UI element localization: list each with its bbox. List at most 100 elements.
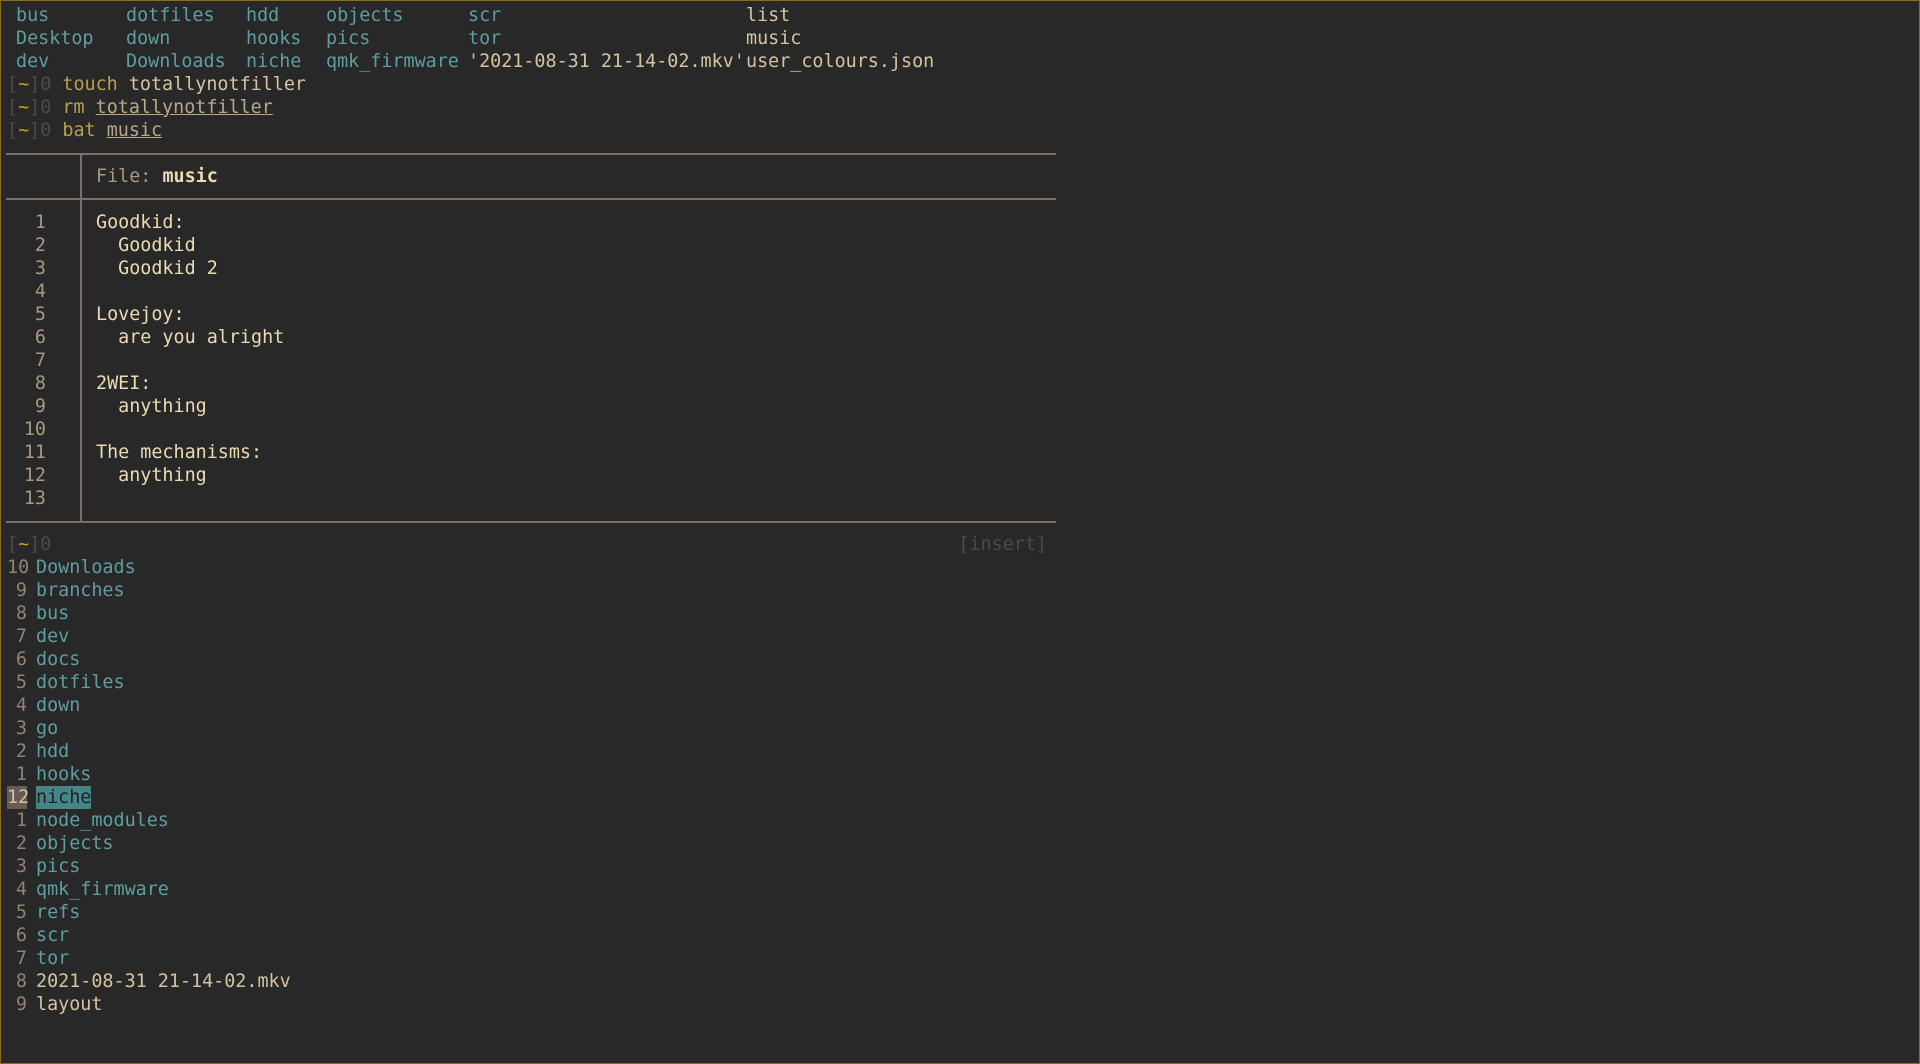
ls-entry: pics	[326, 28, 371, 49]
menu-item[interactable]: hooks	[36, 763, 91, 786]
menu-item-selected[interactable]: niche	[36, 786, 92, 809]
ls-entry: hdd	[246, 5, 280, 26]
bat-line-number: 9	[34, 396, 46, 417]
bat-line-number: 8	[34, 373, 46, 394]
menu-item-count: 4	[15, 879, 27, 900]
menu-item-count: 10	[7, 557, 30, 578]
menu-item-count: 12	[7, 786, 30, 809]
menu-item-count: 5	[15, 672, 27, 693]
ls-entry: niche	[246, 51, 302, 72]
menu-item[interactable]: Downloads	[36, 556, 136, 579]
menu-item-count: 8	[15, 603, 27, 624]
menu-item[interactable]: go	[36, 717, 58, 740]
menu-item-count: 1	[15, 764, 27, 785]
bat-line-number: 6	[34, 327, 46, 348]
bat-file-header: File: music	[96, 165, 218, 188]
menu-item[interactable]: bus	[36, 602, 69, 625]
command-argument: totallynotfiller	[95, 97, 273, 118]
prompt-dir: ~	[18, 120, 30, 141]
ls-entry: scr	[468, 5, 502, 26]
ls-entry: qmk_firmware	[326, 51, 459, 72]
ls-entry: Downloads	[126, 51, 226, 72]
menu-item[interactable]: node_modules	[36, 809, 169, 832]
bat-line-text: are you alright	[96, 327, 285, 348]
prompt-bracket-open: [	[7, 534, 19, 555]
bat-line-text: Lovejoy:	[96, 304, 185, 325]
ls-entry: dotfiles	[126, 5, 215, 26]
prompt-bracket-close: ]	[29, 534, 41, 555]
menu-item-count: 3	[15, 856, 27, 877]
bat-line-number: 7	[34, 350, 46, 371]
menu-item-count: 4	[15, 695, 27, 716]
prompt-bracket-close: ]	[29, 97, 41, 118]
bat-line-number: 10	[23, 419, 46, 440]
bat-bottom-rule	[6, 521, 1056, 523]
bat-gutter-rule	[80, 154, 82, 521]
menu-item-count: 5	[15, 902, 27, 923]
bat-line-number: 12	[23, 465, 46, 486]
ls-entry: music	[746, 28, 802, 49]
bat-line-text: Goodkid:	[96, 212, 185, 233]
ls-entry: down	[126, 28, 171, 49]
menu-item[interactable]: tor	[36, 947, 69, 970]
ls-entry: bus	[16, 5, 50, 26]
menu-item[interactable]: hdd	[36, 740, 69, 763]
ls-entry: hooks	[246, 28, 302, 49]
menu-item-count: 7	[15, 626, 27, 647]
terminal-window[interactable]: bus dotfiles hdd objects scr list Desktop down h…	[0, 0, 1920, 1064]
vi-mode-indicator: [insert]	[958, 534, 1047, 555]
current-prompt[interactable]: [~]0	[7, 533, 51, 556]
prompt-dir: ~	[18, 97, 30, 118]
menu-item[interactable]: pics	[36, 855, 80, 878]
menu-item[interactable]: refs	[36, 901, 80, 924]
prompt-bracket-close: ]	[29, 120, 41, 141]
menu-item[interactable]: dotfiles	[36, 671, 125, 694]
menu-item-count: 7	[15, 948, 27, 969]
menu-item[interactable]: objects	[36, 832, 114, 855]
menu-item[interactable]: 2021-08-31 21-14-02.mkv	[36, 970, 291, 993]
bat-line-text: 2WEI:	[96, 373, 152, 394]
ls-entry: dev	[16, 51, 50, 72]
menu-item[interactable]: dev	[36, 625, 69, 648]
bat-line-text: The mechanisms:	[96, 442, 263, 463]
menu-item-count: 2	[15, 741, 27, 762]
bat-line-text: Goodkid	[96, 235, 196, 256]
command-line: [~]0 touch totallynotfiller	[7, 73, 306, 96]
menu-item-count: 6	[15, 925, 27, 946]
bat-file-label: File:	[96, 166, 152, 187]
prompt-bracket-close: ]	[29, 74, 41, 95]
bat-line-text: Goodkid 2	[96, 258, 218, 279]
menu-item-count: 2	[15, 833, 27, 854]
bat-top-rule	[6, 153, 1056, 155]
menu-item[interactable]: layout	[36, 993, 102, 1016]
menu-item-count: 6	[15, 649, 27, 670]
prompt-bracket-open: [	[7, 74, 19, 95]
bat-line-text: anything	[96, 465, 207, 486]
bat-line-number: 1	[34, 212, 46, 233]
menu-item-count: 8	[15, 971, 27, 992]
prompt-dir: ~	[18, 534, 30, 555]
menu-item[interactable]: qmk_firmware	[36, 878, 169, 901]
bat-line-text: anything	[96, 396, 207, 417]
menu-item[interactable]: docs	[36, 648, 80, 671]
ls-entry: Desktop	[16, 28, 94, 49]
menu-item[interactable]: branches	[36, 579, 125, 602]
bat-line-number: 13	[23, 488, 46, 509]
menu-item-count: 1	[15, 810, 27, 831]
prompt-bracket-open: [	[7, 97, 19, 118]
menu-item[interactable]: scr	[36, 924, 69, 947]
menu-item-count: 9	[15, 580, 27, 601]
prompt-exit-status: 0	[40, 74, 52, 95]
prompt-exit-status: 0	[40, 120, 52, 141]
menu-item[interactable]: down	[36, 694, 80, 717]
command-argument: totallynotfiller	[128, 74, 306, 95]
prompt-dir: ~	[18, 74, 30, 95]
ls-entry: tor	[468, 28, 502, 49]
command-name: rm	[62, 97, 85, 118]
bat-line-number: 3	[34, 258, 46, 279]
bat-header-rule	[6, 198, 1056, 200]
prompt-exit-status: 0	[40, 97, 52, 118]
command-argument: music	[106, 120, 163, 141]
bat-line-number: 4	[34, 281, 46, 302]
ls-entry: list	[746, 5, 791, 26]
